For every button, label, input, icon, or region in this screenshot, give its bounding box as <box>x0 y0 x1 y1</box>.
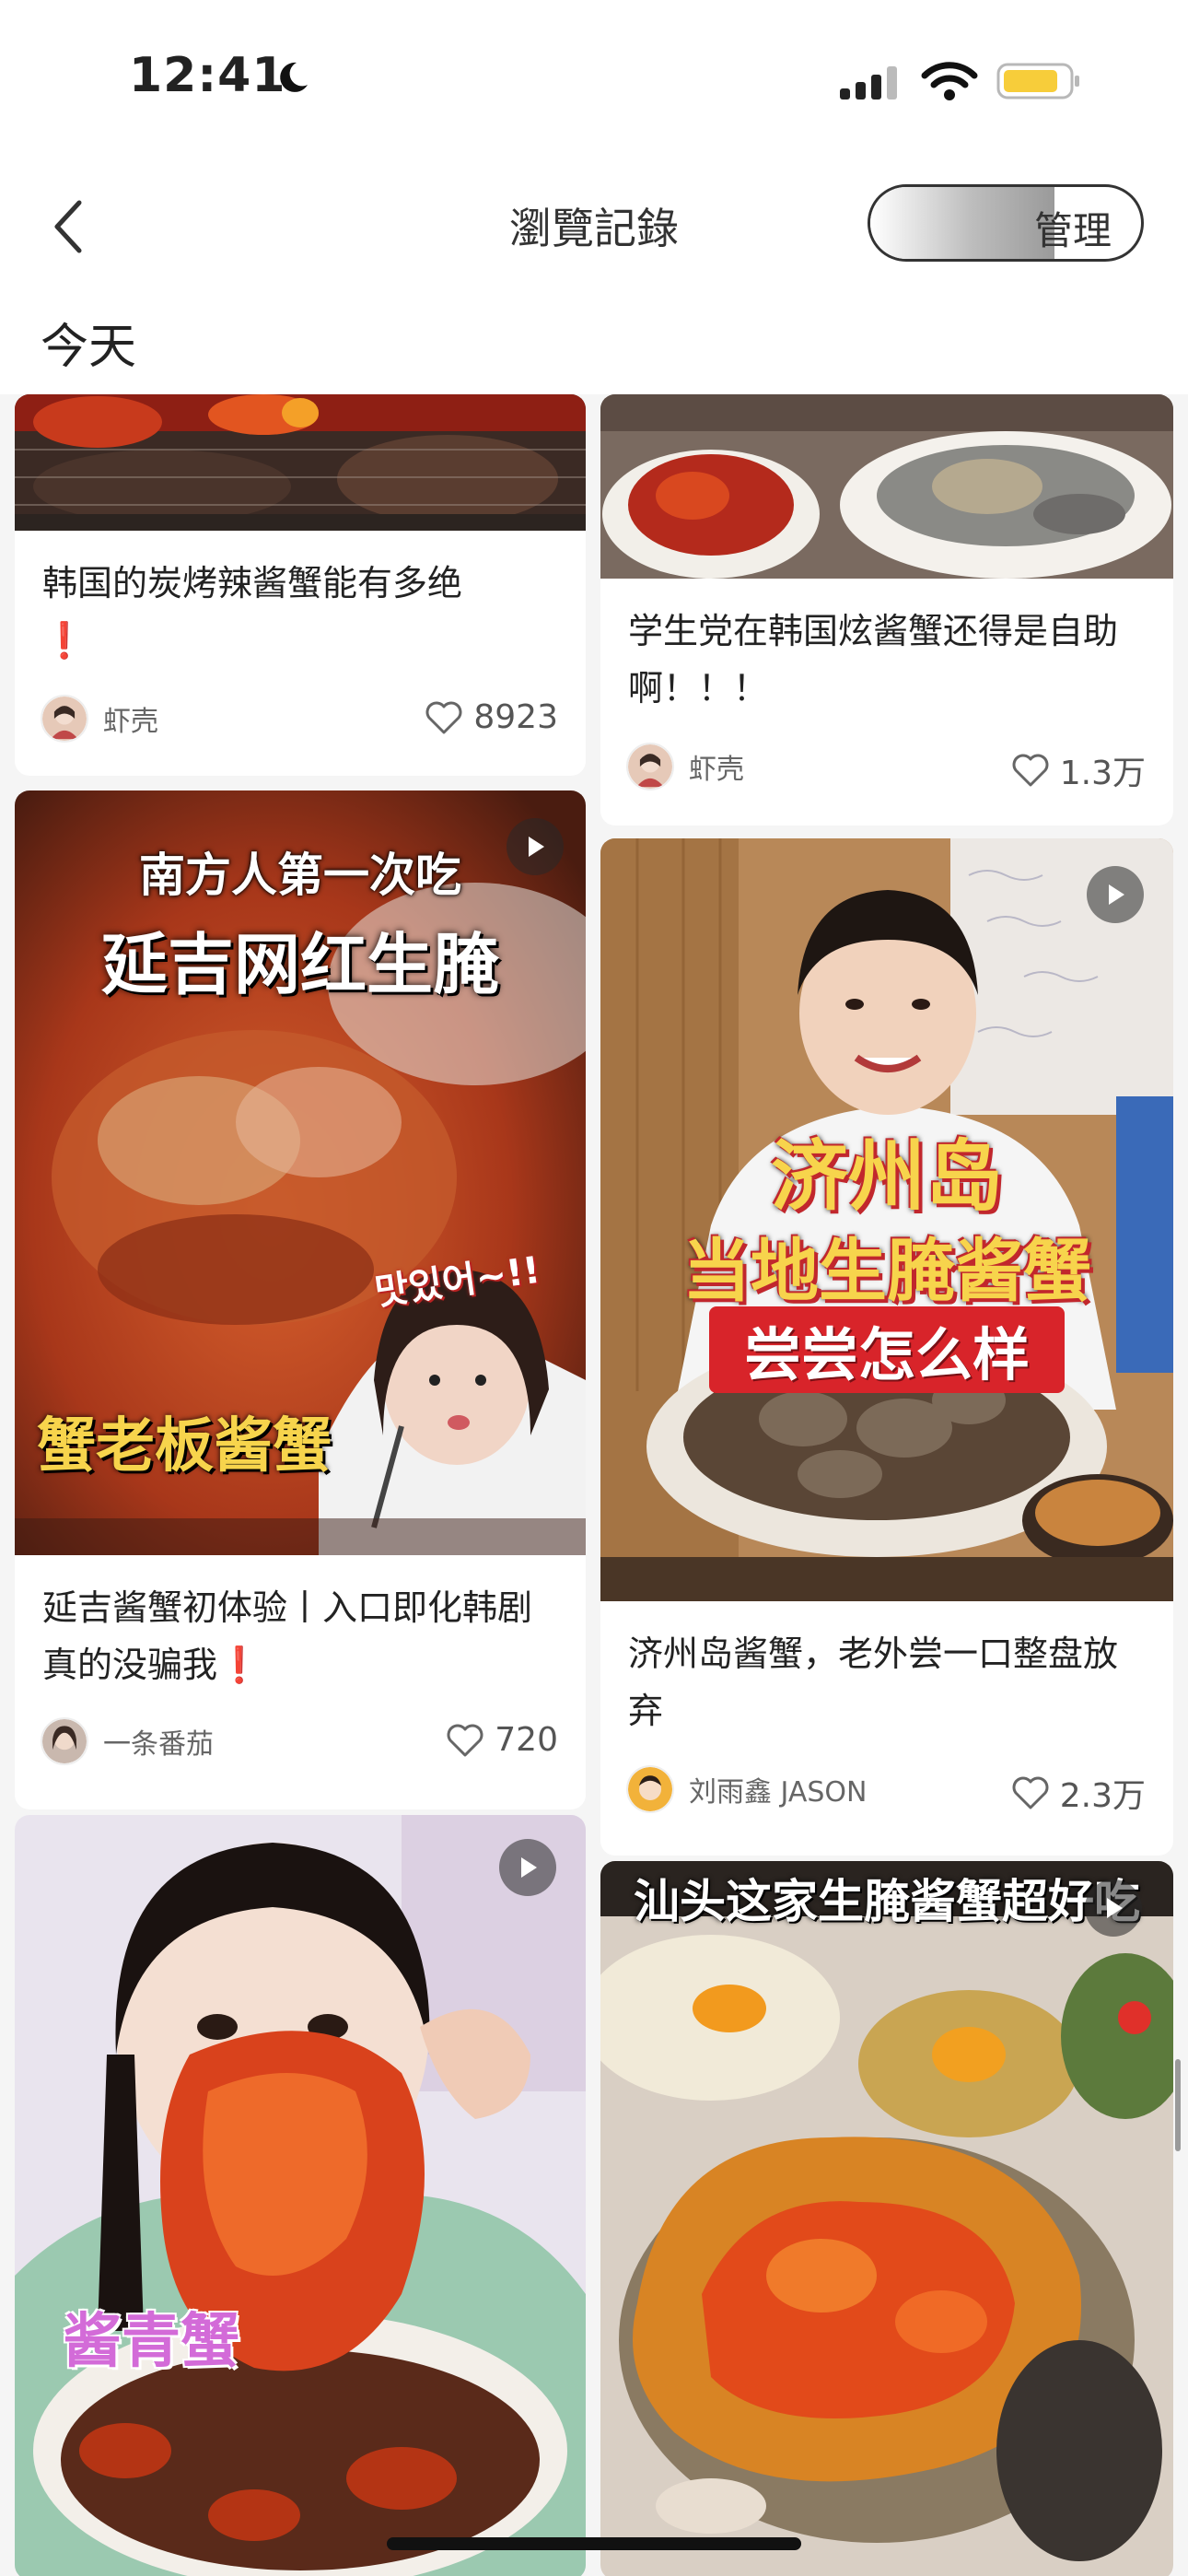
like-count: 720 <box>495 1721 558 1759</box>
author-avatar <box>626 1765 674 1813</box>
heart-icon <box>1012 754 1049 787</box>
like-count: 2.3万 <box>1059 1777 1146 1815</box>
note-card[interactable]: 酱青蟹 <box>15 1815 586 2576</box>
author-name: 虾壳 <box>689 754 744 786</box>
note-cover-image: 南方人第一次吃 延吉网红生腌 맛있어~!! 蟹老板酱蟹 <box>15 790 586 1555</box>
note-card[interactable]: 学生党在韩国炫酱蟹还得是自助啊！！！ 虾壳 1.3万 <box>600 394 1173 825</box>
note-card[interactable]: 韩国的炭烤辣酱蟹能有多绝 ❗ 虾壳 8923 <box>15 394 586 776</box>
note-cover-image <box>600 394 1173 579</box>
note-title: 学生党在韩国炫酱蟹还得是自助啊！！！ <box>628 611 1119 708</box>
author-info[interactable]: 刘雨鑫 JASON <box>626 1765 867 1813</box>
cover-caption-line3: 尝尝怎么样 <box>709 1306 1065 1393</box>
author-name: 一条番茄 <box>103 1728 214 1761</box>
browsing-history-screen: 12:41 瀏覽記錄 管理 今天 韩国的炭烤辣酱蟹能有多绝 ❗ 虾壳 8923 … <box>0 0 1188 2576</box>
author-info[interactable]: 虾壳 <box>626 743 744 790</box>
home-indicator[interactable] <box>387 2537 801 2550</box>
cover-caption-line1: 济州岛 <box>770 1131 1003 1222</box>
video-play-icon <box>1085 1879 1142 1937</box>
author-avatar <box>41 695 88 743</box>
like-count: 8923 <box>473 698 558 736</box>
scrollbar[interactable] <box>1175 2059 1181 2151</box>
heart-icon <box>447 1724 483 1756</box>
like-button[interactable]: 8923 <box>424 698 558 736</box>
note-title: 延吉酱蟹初体验丨入口即化韩剧真的没骗我 <box>42 1587 533 1685</box>
note-card[interactable]: 南方人第一次吃 延吉网红生腌 맛있어~!! 蟹老板酱蟹 延吉酱蟹初体验丨入口即化… <box>15 790 586 1809</box>
cellular-signal-icon <box>840 66 897 100</box>
red-exclamation-icon: ❗ <box>217 1645 262 1685</box>
note-cover-image: 汕头这家生腌酱蟹超好吃 <box>600 1861 1173 2576</box>
author-info[interactable]: 一条番茄 <box>41 1717 214 1765</box>
status-time: 12:41 <box>129 48 286 103</box>
video-play-icon <box>499 1839 556 1896</box>
like-button[interactable]: 720 <box>445 1721 558 1759</box>
note-card[interactable]: 汕头这家生腌酱蟹超好吃 <box>600 1861 1173 2576</box>
video-play-icon <box>1087 866 1144 923</box>
heart-icon <box>425 701 462 733</box>
battery-icon <box>996 63 1079 100</box>
nav-header: 瀏覽記錄 管理 <box>0 157 1188 295</box>
cover-caption-top: 南方人第一次吃 <box>139 849 461 902</box>
manage-button[interactable]: 管理 <box>868 184 1144 262</box>
cover-caption-main: 酱青蟹 <box>63 2308 239 2376</box>
author-name: 虾壳 <box>103 706 158 738</box>
author-avatar <box>41 1717 88 1765</box>
note-title: 济州岛酱蟹，老外尝一口整盘放弃 <box>628 1633 1119 1731</box>
note-title: 韩国的炭烤辣酱蟹能有多绝 <box>42 563 463 603</box>
author-info[interactable]: 虾壳 <box>41 695 158 743</box>
date-section-header: 今天 <box>0 295 1188 394</box>
red-exclamation-icon: ❗ <box>42 620 87 661</box>
do-not-disturb-moon-icon <box>280 62 308 92</box>
author-name: 刘雨鑫 JASON <box>689 1776 868 1809</box>
status-bar: 12:41 <box>0 0 1188 157</box>
cover-caption-bottom: 蟹老板酱蟹 <box>37 1412 332 1481</box>
wifi-icon <box>921 62 978 100</box>
cover-caption-line2: 当地生腌酱蟹 <box>682 1232 1091 1311</box>
note-card[interactable]: 济州岛 当地生腌酱蟹 尝尝怎么样 济州岛酱蟹，老外尝一口整盘放弃 刘雨鑫 JAS… <box>600 838 1173 1856</box>
author-avatar <box>626 743 674 790</box>
cover-caption-main: 延吉网红生腌 <box>100 926 499 1003</box>
note-cover-image <box>15 394 586 531</box>
section-title: 今天 <box>41 320 137 375</box>
manage-label: 管理 <box>1033 208 1112 253</box>
like-button[interactable]: 2.3万 <box>1010 1769 1146 1817</box>
note-cover-image: 济州岛 当地生腌酱蟹 尝尝怎么样 <box>600 838 1173 1601</box>
like-button[interactable]: 1.3万 <box>1010 746 1146 794</box>
note-cover-image: 酱青蟹 <box>15 1815 586 2576</box>
heart-icon <box>1012 1776 1049 1809</box>
like-count: 1.3万 <box>1059 755 1146 792</box>
blurred-region <box>870 187 1054 259</box>
